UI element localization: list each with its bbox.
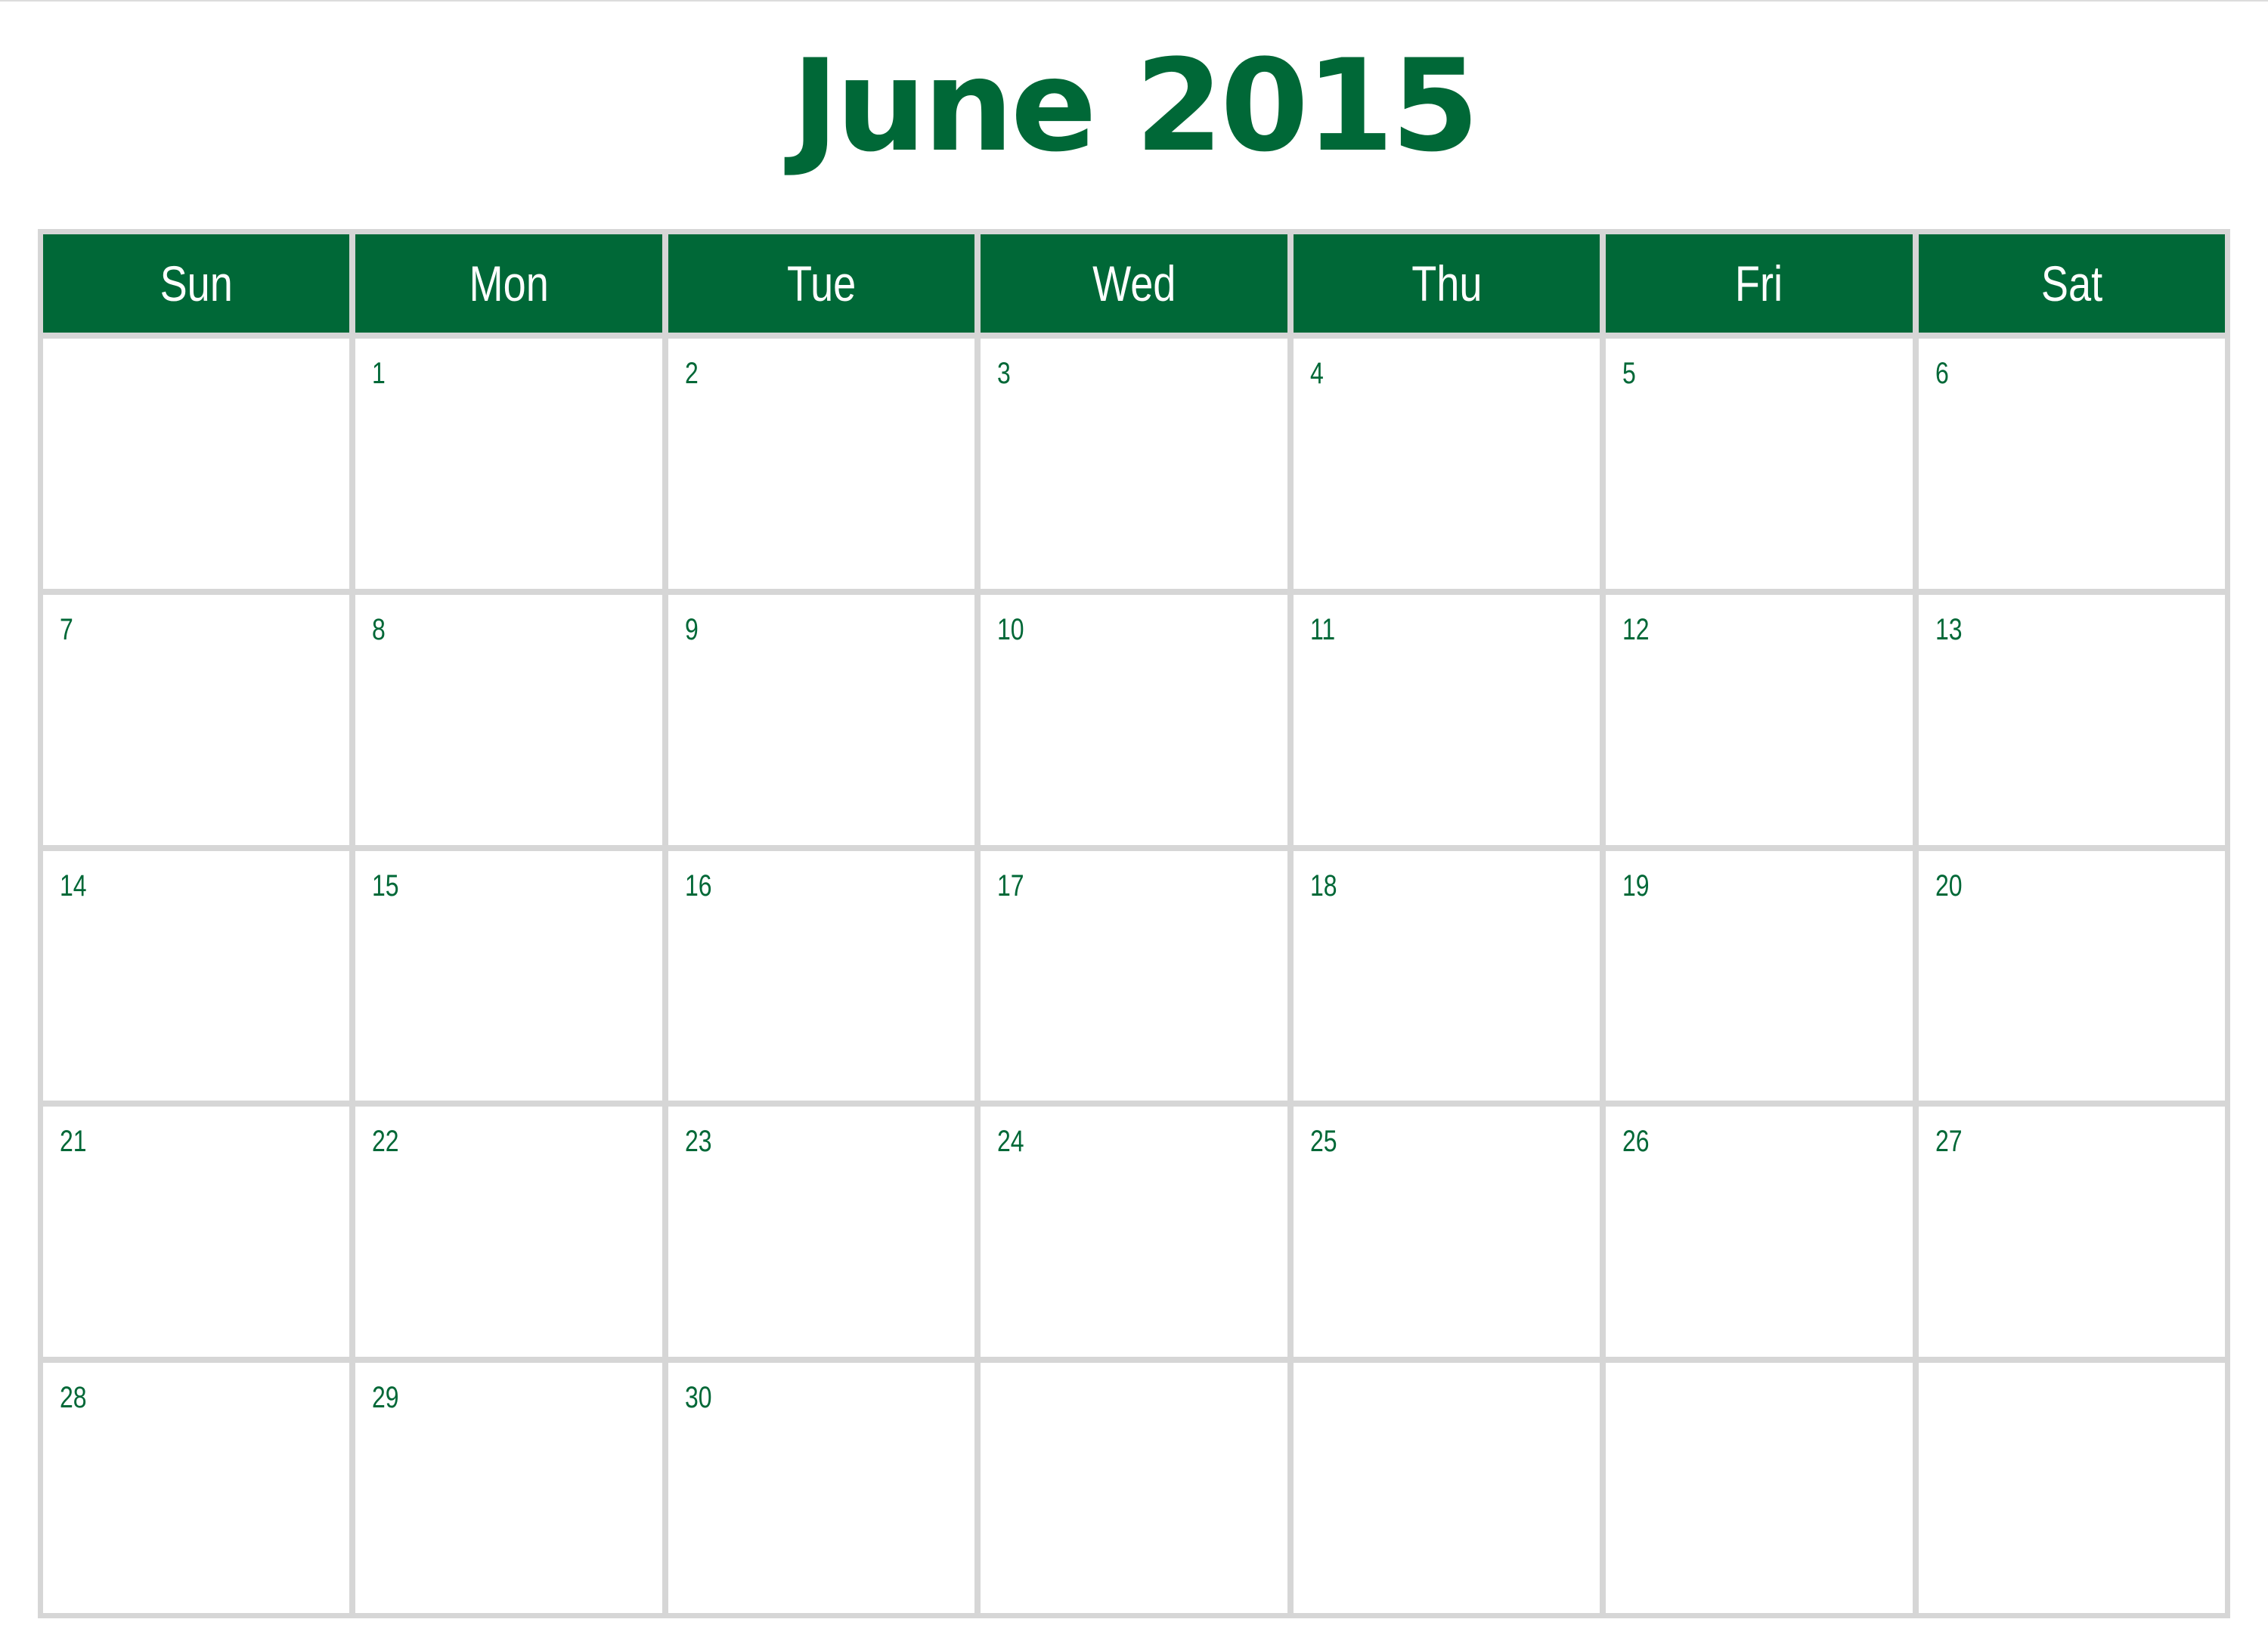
day-cell-3: 3	[981, 339, 1287, 589]
weekday-header-mon: Mon	[355, 234, 662, 333]
calendar-grid: Sun Mon Tue Wed Thu Fri Sat 1 2 3 4 5 6 7 8 9 10 11 12 13 14…	[38, 229, 2230, 1618]
day-cell-4: 4	[1293, 339, 1600, 589]
day-number: 4	[1309, 357, 1324, 390]
day-cell-7: 7	[43, 594, 350, 845]
day-number: 8	[372, 612, 386, 646]
day-cell-30: 30	[668, 1363, 975, 1613]
empty-day-cell	[1918, 1363, 2225, 1613]
weekday-header-thu: Thu	[1293, 234, 1600, 333]
day-number: 28	[60, 1381, 87, 1415]
day-cell-19: 19	[1606, 850, 1913, 1101]
day-cell-18: 18	[1293, 850, 1600, 1101]
day-cell-26: 26	[1606, 1107, 1913, 1358]
empty-day-cell	[1293, 1363, 1600, 1613]
day-number: 9	[684, 612, 699, 646]
day-number: 2	[684, 357, 699, 390]
empty-day-cell	[981, 1363, 1287, 1613]
day-cell-5: 5	[1606, 339, 1913, 589]
day-number: 17	[997, 868, 1024, 902]
day-number: 10	[997, 612, 1024, 646]
day-cell-13: 13	[1918, 594, 2225, 845]
day-number: 24	[997, 1125, 1024, 1159]
day-cell-25: 25	[1293, 1107, 1600, 1358]
day-cell-6: 6	[1918, 339, 2225, 589]
day-cell-8: 8	[355, 594, 662, 845]
weekday-label: Tue	[786, 255, 857, 311]
day-cell-21: 21	[43, 1107, 350, 1358]
day-cell-12: 12	[1606, 594, 1913, 845]
day-number: 3	[997, 357, 1012, 390]
day-cell-22: 22	[355, 1107, 662, 1358]
day-cell-10: 10	[981, 594, 1287, 845]
day-cell-23: 23	[668, 1107, 975, 1358]
day-cell-28: 28	[43, 1363, 350, 1613]
weekday-header-wed: Wed	[981, 234, 1287, 333]
day-number: 30	[684, 1381, 712, 1415]
day-cell-15: 15	[355, 850, 662, 1101]
day-cell-2: 2	[668, 339, 975, 589]
weekday-label: Fri	[1735, 255, 1783, 311]
weekday-label: Wed	[1092, 255, 1176, 311]
day-number: 27	[1935, 1125, 1963, 1159]
day-cell-11: 11	[1293, 594, 1600, 845]
day-number: 22	[372, 1125, 400, 1159]
day-number: 11	[1309, 612, 1335, 646]
day-cell-17: 17	[981, 850, 1287, 1101]
day-number: 23	[684, 1125, 712, 1159]
weekday-header-sat: Sat	[1918, 234, 2225, 333]
day-number: 20	[1935, 868, 1963, 902]
page-title: June 2015	[792, 32, 1479, 180]
day-number: 1	[372, 357, 386, 390]
weekday-header-fri: Fri	[1606, 234, 1913, 333]
day-cell-16: 16	[668, 850, 975, 1101]
day-number: 5	[1622, 357, 1636, 390]
weekday-label: Sun	[160, 255, 233, 311]
day-cell-24: 24	[981, 1107, 1287, 1358]
day-number: 25	[1309, 1125, 1337, 1159]
day-number: 21	[60, 1125, 87, 1159]
empty-day-cell	[1606, 1363, 1913, 1613]
day-number: 12	[1622, 612, 1650, 646]
day-cell-1: 1	[355, 339, 662, 589]
day-cell-9: 9	[668, 594, 975, 845]
day-number: 16	[684, 868, 712, 902]
day-cell-27: 27	[1918, 1107, 2225, 1358]
day-number: 15	[372, 868, 400, 902]
day-number: 6	[1935, 357, 1949, 390]
weekday-label: Thu	[1411, 255, 1483, 311]
day-number: 19	[1622, 868, 1650, 902]
day-number: 14	[60, 868, 87, 902]
day-number: 26	[1622, 1125, 1650, 1159]
day-cell-29: 29	[355, 1363, 662, 1613]
weekday-header-tue: Tue	[668, 234, 975, 333]
day-number: 13	[1935, 612, 1963, 646]
day-cell-14: 14	[43, 850, 350, 1101]
day-number: 7	[60, 612, 73, 646]
day-cell-20: 20	[1918, 850, 2225, 1101]
weekday-header-sun: Sun	[43, 234, 350, 333]
top-divider	[0, 0, 2268, 2]
day-number: 18	[1309, 868, 1337, 902]
weekday-label: Sat	[2040, 255, 2102, 311]
empty-day-cell	[43, 339, 350, 589]
weekday-label: Mon	[469, 255, 549, 311]
day-number: 29	[372, 1381, 400, 1415]
